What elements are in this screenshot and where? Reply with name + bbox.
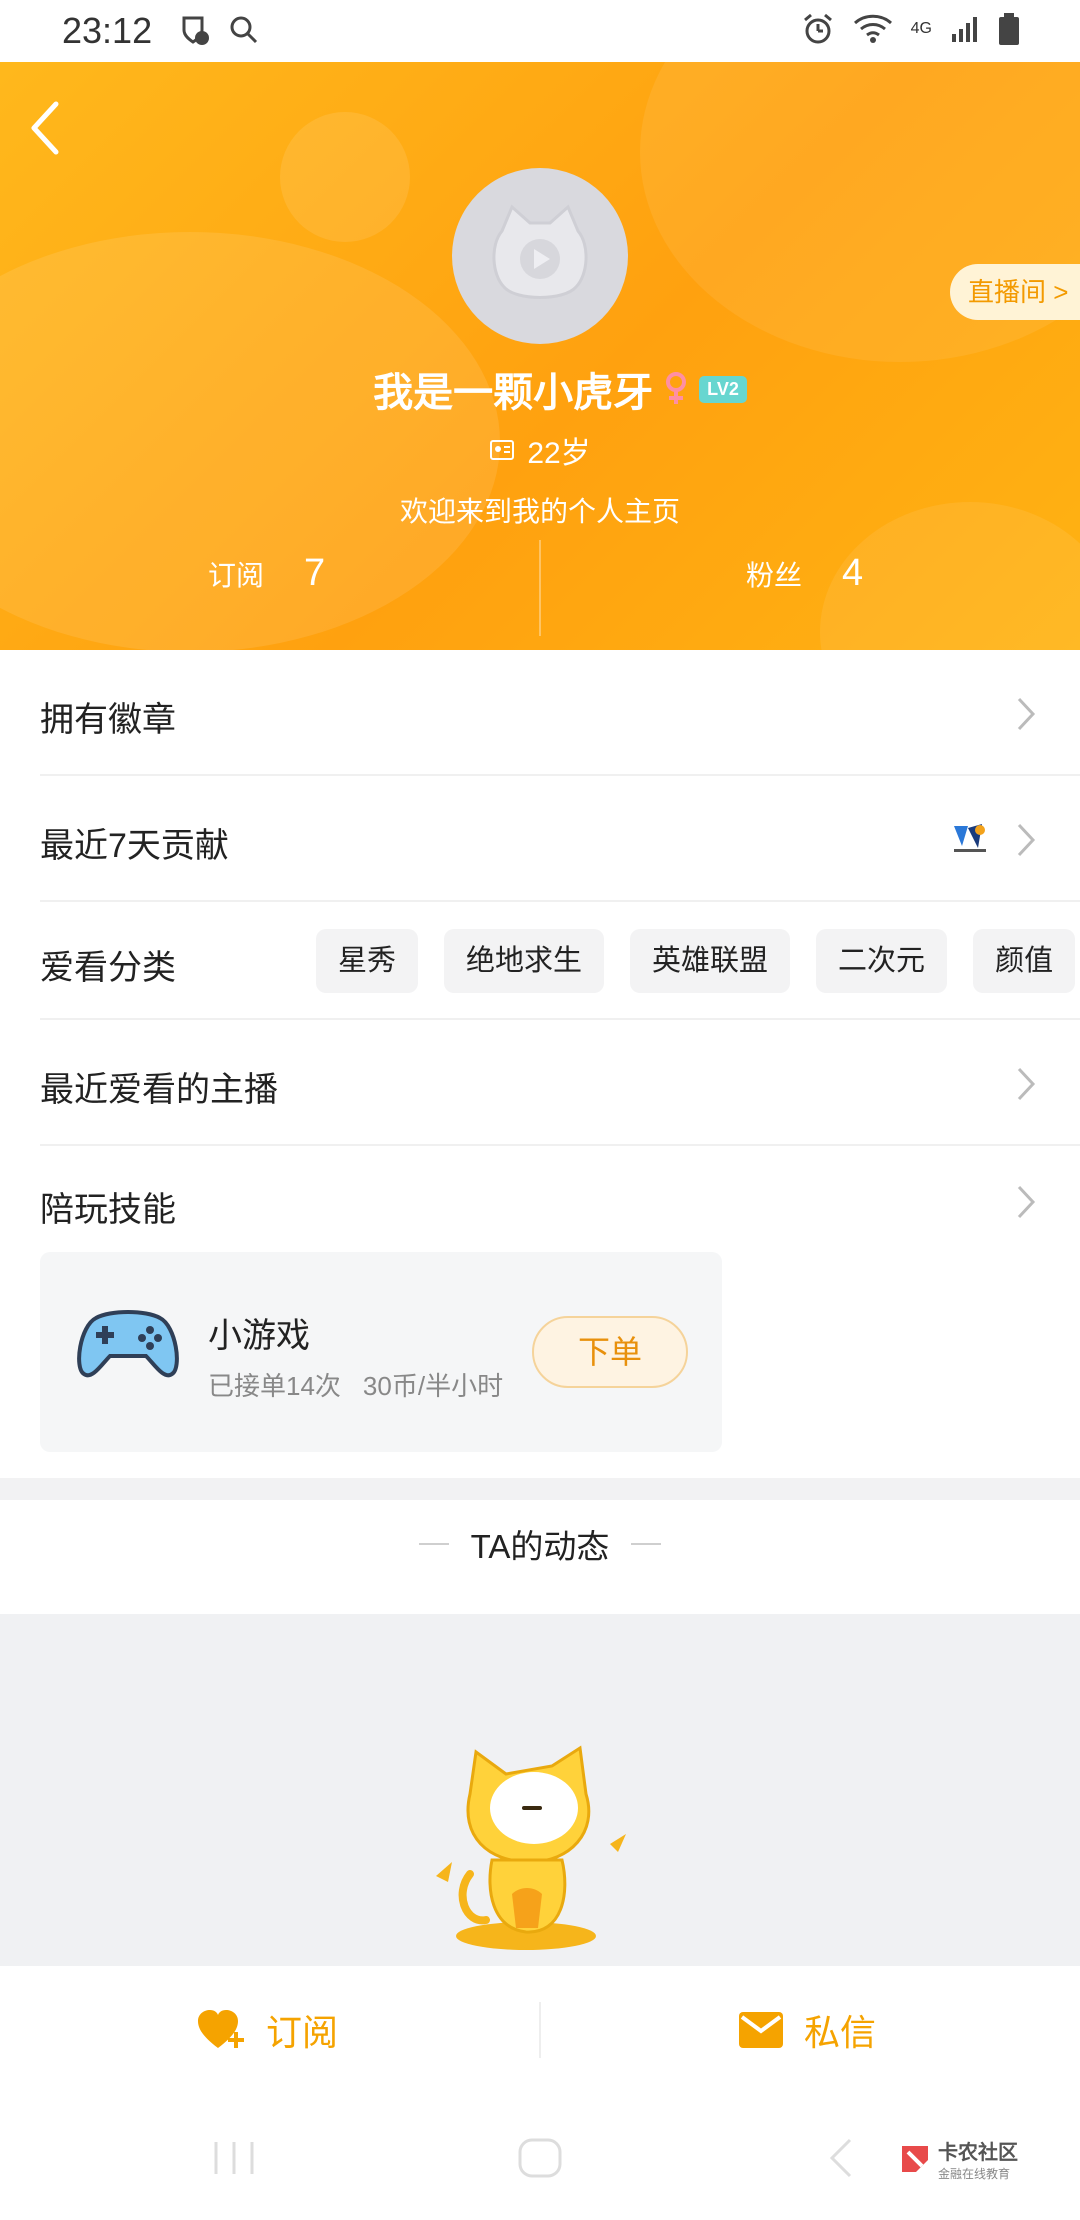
category-tags: 星秀 绝地求生 英雄联盟 二次元 颜值 bbox=[316, 929, 1076, 993]
skill-meta: 已接单14次 30币/半小时 bbox=[208, 1366, 503, 1403]
categories-title: 爱看分类 bbox=[40, 949, 176, 987]
header-decoration bbox=[280, 112, 410, 242]
fans-stat-count: 4 bbox=[842, 552, 864, 594]
network-type: 4G bbox=[910, 20, 932, 37]
categories-row: 爱看分类 星秀 绝地求生 英雄联盟 二次元 颜值 bbox=[40, 902, 1080, 1020]
age-text: 22岁 bbox=[527, 437, 591, 470]
recent-anchors-row[interactable]: 最近爱看的主播 bbox=[40, 1020, 1080, 1146]
contribution-title: 最近7天贡献 bbox=[40, 827, 229, 865]
battery-icon bbox=[999, 13, 1019, 45]
status-left-icons bbox=[178, 14, 260, 46]
watermark: 卡农社区 金融在线教育 bbox=[898, 2136, 1018, 2182]
subscribe-button[interactable]: 订阅 bbox=[196, 2004, 338, 2056]
skills-title: 陪玩技能 bbox=[40, 1191, 176, 1229]
category-tag[interactable]: 二次元 bbox=[816, 929, 948, 993]
age-row: 22岁 bbox=[0, 428, 1080, 472]
category-tag[interactable]: 颜值 bbox=[973, 929, 1076, 993]
name-row: 我是一颗小虎牙 LV2 bbox=[0, 360, 1080, 418]
gamepad-icon bbox=[77, 1310, 179, 1378]
watermark-title: 卡农社区 bbox=[938, 2142, 1018, 2164]
status-bar: 23:12 4G bbox=[0, 0, 1080, 62]
watermark-subtitle: 金融在线教育 bbox=[938, 2167, 1011, 2181]
id-card-icon bbox=[490, 440, 515, 460]
search-icon bbox=[230, 16, 258, 44]
contribution-row[interactable]: 最近7天贡献 bbox=[40, 776, 1080, 902]
shield-icon bbox=[182, 16, 209, 45]
skill-card[interactable]: 小游戏 已接单14次 30币/半小时 下单 bbox=[40, 1252, 722, 1452]
feed-header: TA的动态 bbox=[0, 1520, 1080, 1568]
message-button[interactable]: 私信 bbox=[738, 2004, 876, 2056]
back-button[interactable] bbox=[22, 90, 82, 160]
skill-orders: 已接单14次 bbox=[208, 1371, 341, 1401]
chevron-right-icon bbox=[1017, 1185, 1036, 1219]
username: 我是一颗小虎牙 bbox=[373, 371, 654, 415]
badges-title: 拥有徽章 bbox=[40, 701, 176, 739]
feed-header-line bbox=[418, 1543, 449, 1545]
section-separator bbox=[0, 1478, 1080, 1500]
alarm-icon bbox=[803, 13, 832, 44]
feed-header-line bbox=[631, 1543, 662, 1545]
tiger-mascot-icon bbox=[436, 1745, 626, 1950]
wifi-icon bbox=[853, 14, 892, 43]
category-tag[interactable]: 星秀 bbox=[316, 929, 419, 993]
system-nav-bar: 卡农社区 金融在线教育 bbox=[0, 2096, 1080, 2220]
order-button[interactable]: 下单 bbox=[532, 1316, 688, 1388]
level-badge: LV2 bbox=[699, 375, 747, 403]
contributor-avatar bbox=[950, 818, 990, 858]
skills-row[interactable]: 陪玩技能 bbox=[40, 1146, 1080, 1246]
bio-text: 欢迎来到我的个人主页 bbox=[399, 496, 680, 527]
back-arrow-icon bbox=[31, 101, 59, 155]
avatar[interactable] bbox=[452, 168, 628, 344]
status-right-icons: 4G bbox=[801, 12, 1020, 46]
envelope-icon bbox=[739, 2012, 783, 2048]
bottom-action-bar: 订阅 私信 bbox=[0, 1966, 1080, 2096]
default-avatar-icon bbox=[492, 204, 588, 299]
subscribe-stat-count: 7 bbox=[304, 552, 326, 594]
message-button-label: 私信 bbox=[804, 2012, 877, 2053]
fans-stat[interactable]: 粉丝 4 bbox=[746, 552, 863, 595]
skill-name: 小游戏 bbox=[208, 1317, 310, 1355]
feed-area bbox=[0, 1614, 1080, 1966]
subscribe-stat[interactable]: 订阅 7 bbox=[208, 552, 325, 595]
category-tag[interactable]: 英雄联盟 bbox=[630, 929, 791, 993]
female-icon bbox=[666, 372, 687, 404]
watermark-logo bbox=[902, 2146, 928, 2172]
back-nav-icon[interactable] bbox=[826, 2136, 856, 2180]
subscribe-stat-label: 订阅 bbox=[208, 560, 265, 591]
category-tag[interactable]: 绝地求生 bbox=[444, 929, 605, 993]
badges-row[interactable]: 拥有徽章 bbox=[40, 650, 1080, 776]
heart-plus-icon bbox=[198, 2010, 244, 2048]
skill-price: 30币/半小时 bbox=[362, 1371, 504, 1401]
stats-divider bbox=[539, 540, 541, 636]
recent-apps-icon[interactable] bbox=[210, 2138, 258, 2178]
bottom-divider bbox=[539, 2002, 541, 2058]
home-icon[interactable] bbox=[516, 2136, 564, 2180]
chevron-right-icon bbox=[1017, 697, 1036, 731]
fans-stat-label: 粉丝 bbox=[746, 560, 803, 591]
chevron-right-icon bbox=[1017, 823, 1036, 857]
feed-title: TA的动态 bbox=[470, 1528, 610, 1565]
recent-anchors-title: 最近爱看的主播 bbox=[40, 1071, 278, 1109]
live-room-button[interactable]: 直播间 > bbox=[950, 264, 1080, 320]
profile-header: 直播间 > 我是一颗小虎牙 LV2 22岁 欢迎来到我的个人主页 订阅 7 粉丝… bbox=[0, 62, 1080, 650]
subscribe-button-label: 订阅 bbox=[266, 2012, 339, 2053]
status-time: 23:12 bbox=[62, 10, 153, 51]
chevron-right-icon bbox=[1017, 1067, 1036, 1101]
signal-icon bbox=[952, 17, 977, 42]
